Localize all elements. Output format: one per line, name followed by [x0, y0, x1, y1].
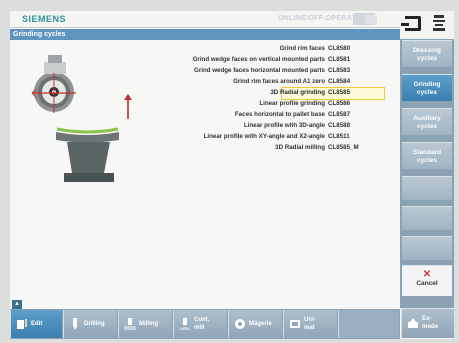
- cycle-row-selected[interactable]: 3D Radial grinding CL8585: [81, 87, 385, 100]
- grinding-wheel-icon: [235, 319, 245, 329]
- unimat-icon: [290, 320, 300, 328]
- cycle-code: CL8586: [328, 100, 351, 107]
- main-area: Grind rim faces CL8580 Grind wedge faces …: [10, 40, 400, 308]
- cycle-code: CL8583: [328, 67, 351, 74]
- magerle-button[interactable]: Mägerle: [228, 310, 282, 338]
- uni-label-2: mat: [304, 325, 315, 331]
- cycle-code: CL8511: [328, 133, 350, 140]
- cycle-code: CL8587: [328, 111, 351, 118]
- cycle-code: CL8581: [328, 56, 351, 63]
- cycle-code: CL8584: [328, 78, 351, 85]
- cycle-row[interactable]: Faces horizontal to pallet base CL8587: [81, 109, 381, 120]
- contour-mill-icon: [179, 318, 191, 330]
- alarm-list-icon[interactable]: [431, 14, 447, 34]
- cycle-name: Grind rim faces: [279, 45, 325, 52]
- cycle-row[interactable]: Linear profile with XY-angle and X2-angl…: [81, 131, 381, 142]
- grinding-cycles-button[interactable]: Grinding cycles: [402, 74, 452, 101]
- alarm-glyph-icon: [433, 15, 445, 31]
- status-indicator-2: [365, 15, 377, 24]
- exit-mode-button[interactable]: Ex- mode: [401, 309, 454, 338]
- drilling-button[interactable]: Drilling: [63, 310, 117, 338]
- cycle-code: CL8585: [328, 89, 351, 96]
- cycle-name: Grind rim faces around A1 zero: [233, 78, 325, 85]
- hmi-screen: SIEMENS ONLINE/OFF OPERATE Grinding cycl…: [10, 11, 454, 339]
- header-bar: SIEMENS ONLINE/OFF OPERATE: [10, 11, 400, 28]
- magerle-label: Mägerle: [249, 321, 272, 327]
- milling-button[interactable]: Milling: [118, 310, 172, 338]
- uni-label-1: Uni-: [304, 317, 316, 323]
- cycle-row[interactable]: Linear profile with 3D-angle CL8588: [81, 120, 381, 131]
- unimat-button[interactable]: Uni- mat: [283, 310, 337, 338]
- screen-title: Grinding cycles: [10, 29, 400, 40]
- milling-label: Milling: [139, 321, 158, 327]
- cancel-button[interactable]: ✕ Cancel: [402, 265, 452, 296]
- machine-status: ONLINE/OFF OPERATE: [278, 15, 362, 22]
- channel-switch-icon[interactable]: [401, 16, 421, 31]
- cycle-code: CL8585_M: [328, 144, 359, 151]
- cycle-name: Linear profile grinding: [259, 100, 325, 107]
- cycle-row[interactable]: Grind rim faces around A1 zero CL8584: [81, 76, 381, 87]
- dressing-cycles-button[interactable]: Dressing cycles: [402, 40, 452, 67]
- edit-button[interactable]: Edit: [10, 310, 62, 338]
- auxiliary-cycles-button[interactable]: Auxiliary cycles: [402, 108, 452, 135]
- cycle-name: Linear profile with 3D-angle: [243, 122, 325, 129]
- cycle-row[interactable]: Grind rim faces CL8580: [81, 43, 381, 54]
- cycle-name: 3D Radial grinding: [270, 89, 325, 96]
- cycle-row[interactable]: Linear profile grinding CL8586: [81, 98, 381, 109]
- mill-icon: [124, 318, 136, 330]
- softkey-blank-1[interactable]: [402, 176, 452, 200]
- edit-label: Edit: [31, 321, 43, 327]
- edit-icon: [17, 319, 27, 329]
- cycle-code: CL8588: [328, 122, 351, 129]
- brand-logo: SIEMENS: [22, 14, 67, 24]
- cycle-row[interactable]: Grind wedge faces on vertical mounted pa…: [81, 54, 381, 65]
- cycle-name: Grind wedge faces horizontal mounted par…: [194, 67, 325, 74]
- cycle-name: 3D Radial milling: [275, 144, 325, 151]
- cont-label-1: Cont.: [194, 317, 210, 323]
- softkey-blank-2[interactable]: [402, 206, 452, 230]
- contour-milling-button[interactable]: Cont. mill: [173, 310, 227, 338]
- drill-icon: [73, 318, 77, 330]
- cycle-list: Grind rim faces CL8580 Grind wedge faces …: [81, 43, 385, 153]
- cycle-row[interactable]: Grind wedge faces horizontal mounted par…: [81, 65, 381, 76]
- cancel-icon: ✕: [422, 269, 432, 280]
- recall-icon[interactable]: ▲: [12, 300, 22, 309]
- cycle-row[interactable]: 3D Radial milling CL8585_M: [81, 142, 381, 153]
- drilling-label: Drilling: [84, 321, 105, 327]
- cycle-name: Grind wedge faces on vertical mounted pa…: [192, 56, 325, 63]
- horizontal-softkey-bar: Edit Drilling Milling Cont. mill Mägerle…: [10, 309, 400, 339]
- ex-label-2: mode: [422, 324, 439, 330]
- standard-cycles-button[interactable]: Standard cycles: [402, 142, 452, 169]
- softkey-blank-3[interactable]: [402, 236, 452, 260]
- channel-panel: [400, 11, 454, 39]
- cancel-label: Cancel: [416, 280, 438, 287]
- cont-label-2: mill: [194, 325, 205, 331]
- vertical-softkey-bar: Dressing cycles Grinding cycles Auxiliary c…: [400, 39, 454, 308]
- ex-label-1: Ex-: [422, 316, 432, 322]
- cycle-name: Linear profile with XY-angle and X2-angl…: [203, 133, 325, 140]
- cycle-code: CL8580: [328, 45, 351, 52]
- softkey-blank-h[interactable]: [338, 310, 399, 338]
- exit-mode-icon: [408, 318, 418, 328]
- cycle-name: Faces horizontal to pallet base: [234, 111, 325, 118]
